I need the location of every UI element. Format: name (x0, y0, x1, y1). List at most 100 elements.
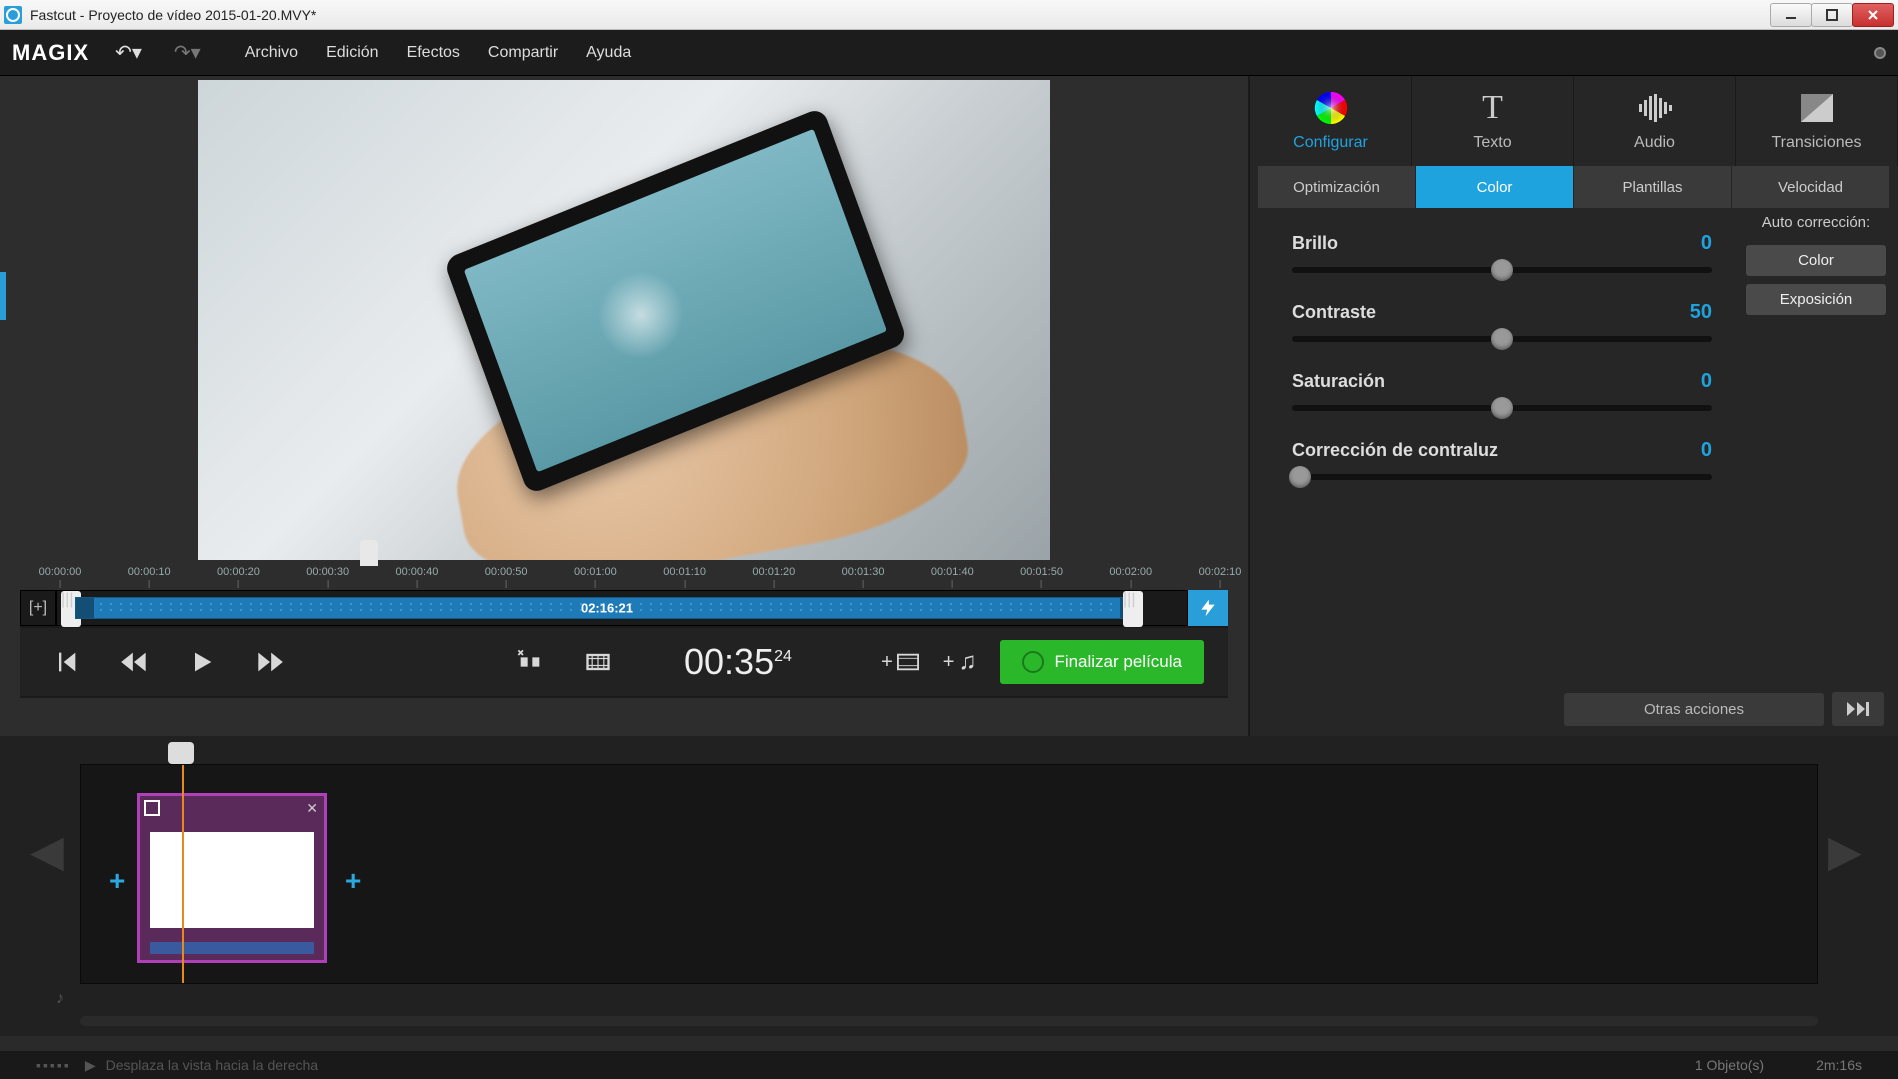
record-indicator-icon (1874, 47, 1886, 59)
range-fill[interactable]: 02:16:21 (75, 597, 1139, 619)
playhead-marker[interactable] (360, 540, 378, 566)
add-clip-before-button[interactable]: + (109, 865, 133, 889)
film-reel-icon (1022, 651, 1044, 673)
menubar: MAGIX ↶▾ ↷▾ Archivo Edición Efectos Comp… (0, 30, 1898, 76)
autocorrect-color-button[interactable]: Color (1746, 245, 1886, 276)
status-object-count: 1 Objeto(s) (1695, 1057, 1764, 1073)
timeline-playhead[interactable] (168, 742, 194, 764)
slider-thumb[interactable] (1289, 466, 1311, 488)
slider-brillo: Brillo 0 (1292, 232, 1712, 273)
menu-help[interactable]: Ayuda (586, 44, 631, 62)
play-button[interactable] (180, 640, 224, 684)
menu-edit[interactable]: Edición (326, 44, 378, 62)
effects-panel: Configurar T Texto Audio Transiciones Op… (1248, 76, 1898, 736)
maximize-button[interactable] (1811, 3, 1853, 27)
slider-value: 0 (1701, 370, 1712, 393)
tab-transitions[interactable]: Transiciones (1736, 76, 1898, 166)
ruler-tick: 00:00:20 (217, 566, 260, 588)
timeline-ruler[interactable] (80, 742, 1818, 764)
autocorrect-label: Auto corrección: (1746, 214, 1886, 231)
ruler-tick: 00:01:10 (663, 566, 706, 588)
menu-effects[interactable]: Efectos (407, 44, 460, 62)
subtab-optimization[interactable]: Optimización (1258, 166, 1416, 208)
slider-label: Brillo (1292, 233, 1338, 254)
autocorrect-exposure-button[interactable]: Exposición (1746, 284, 1886, 315)
clip-thumbnail (150, 832, 314, 928)
ruler-tick: 00:02:10 (1199, 566, 1242, 588)
slider-track[interactable] (1292, 336, 1712, 342)
auto-cut-button[interactable] (1188, 590, 1228, 626)
status-hint: Desplaza la vista hacia la derecha (106, 1057, 318, 1073)
subtab-color[interactable]: Color (1416, 166, 1574, 208)
effects-footer: Otras acciones (1250, 682, 1898, 736)
clip-remove-button[interactable]: ✕ (306, 800, 318, 817)
add-video-button[interactable]: + (881, 651, 919, 674)
slider-thumb[interactable] (1491, 328, 1513, 350)
slider-contraste: Contraste50 (1292, 301, 1712, 342)
ruler-tick: 00:00:10 (128, 566, 171, 588)
window-titlebar: Fastcut - Proyecto de vídeo 2015-01-20.M… (0, 0, 1898, 30)
timeline-scrollbar[interactable] (80, 1016, 1818, 1026)
rewind-button[interactable] (112, 640, 156, 684)
color-wheel-icon (1311, 90, 1351, 126)
split-clip-button[interactable] (508, 640, 552, 684)
add-clip-after-button[interactable]: + (345, 865, 369, 889)
other-actions-button[interactable]: Otras acciones (1564, 693, 1824, 726)
video-preview[interactable] (198, 80, 1050, 560)
finalize-movie-button[interactable]: Finalizar película (1000, 640, 1204, 684)
slider-track[interactable] (1292, 405, 1712, 411)
apply-next-button[interactable] (1832, 692, 1884, 726)
undo-button[interactable]: ↶▾ (109, 36, 148, 69)
effects-sub-tabs: Optimización Color Plantillas Velocidad (1250, 166, 1898, 208)
tab-audio[interactable]: Audio (1574, 76, 1736, 166)
slider-label: Saturación (1292, 371, 1385, 392)
text-icon: T (1473, 90, 1513, 126)
filmstrip-button[interactable] (576, 640, 620, 684)
slider-saturación: Saturación 0 (1292, 370, 1712, 411)
window-title: Fastcut - Proyecto de vídeo 2015-01-20.M… (30, 7, 1771, 23)
audio-bars-icon (1635, 90, 1675, 126)
forward-button[interactable] (248, 640, 292, 684)
slider-value: 0 (1701, 232, 1712, 255)
ruler-tick: 00:02:00 (1109, 566, 1152, 588)
app-icon (4, 6, 22, 24)
minimize-button[interactable] (1770, 3, 1812, 27)
tab-configure[interactable]: Configurar (1250, 76, 1412, 166)
range-expand-button[interactable]: [+] (20, 590, 56, 626)
effects-body: Auto corrección: Color Exposición Brillo… (1250, 208, 1898, 682)
timeline-clip[interactable]: ✕ (137, 793, 327, 963)
slider-thumb[interactable] (1491, 259, 1513, 281)
transition-icon (1797, 90, 1837, 126)
preview-scene (198, 80, 1050, 560)
clip-enabled-checkbox[interactable] (144, 800, 160, 816)
menu-share[interactable]: Compartir (488, 44, 558, 62)
range-track[interactable]: ||| 02:16:21 ||| (56, 590, 1188, 626)
timeline-tracks[interactable]: + ✕ + (80, 764, 1818, 984)
range-row: [+] ||| 02:16:21 ||| (20, 590, 1228, 626)
statusbar: ▪▪▪▪▪ ▶ Desplaza la vista hacia la derec… (0, 1051, 1898, 1079)
time-ruler[interactable]: 00:00:0000:00:1000:00:2000:00:3000:00:40… (20, 566, 1228, 590)
transport-bar: 00:3524 + +♫ Finalizar película (20, 626, 1228, 698)
range-duration-label: 02:16:21 (581, 601, 633, 616)
close-button[interactable] (1852, 3, 1894, 27)
timeline-nav-left[interactable]: ◀ (30, 826, 70, 877)
status-duration: 2m:16s (1816, 1057, 1862, 1073)
go-start-button[interactable] (44, 640, 88, 684)
subtab-speed[interactable]: Velocidad (1732, 166, 1890, 208)
add-audio-button[interactable]: +♫ (943, 648, 977, 676)
slider-thumb[interactable] (1491, 397, 1513, 419)
range-out-handle[interactable]: ||| (1123, 591, 1143, 627)
autocorrect-group: Auto corrección: Color Exposición (1746, 214, 1886, 323)
menu-file[interactable]: Archivo (245, 44, 298, 62)
panel-expand-handle[interactable] (0, 272, 6, 320)
brand-logo: MAGIX (12, 40, 89, 66)
tab-text[interactable]: T Texto (1412, 76, 1574, 166)
timeline-playline (182, 765, 184, 983)
slider-label: Contraste (1292, 302, 1376, 323)
slider-track[interactable] (1292, 267, 1712, 273)
redo-button[interactable]: ↷▾ (168, 36, 207, 69)
subtab-templates[interactable]: Plantillas (1574, 166, 1732, 208)
slider-corrección-de-contraluz: Corrección de contraluz0 (1292, 439, 1712, 480)
timeline-nav-right[interactable]: ▶ (1828, 826, 1868, 877)
slider-track[interactable] (1292, 474, 1712, 480)
